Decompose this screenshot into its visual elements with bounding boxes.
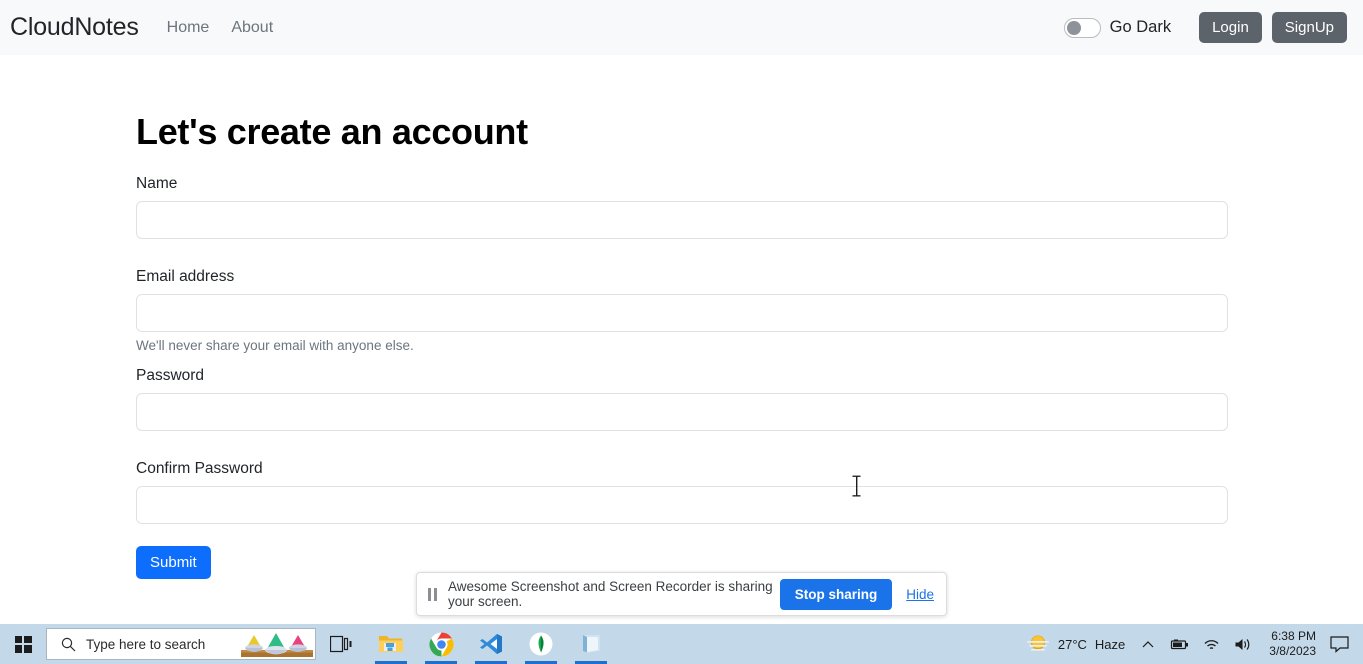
show-hidden-icons-button[interactable] bbox=[1135, 624, 1161, 664]
toggle-knob-icon bbox=[1066, 20, 1081, 35]
signup-form: Name Email address We'll never share you… bbox=[136, 175, 1228, 579]
taskbar-app-mongodb-compass[interactable] bbox=[516, 624, 566, 664]
field-email: Email address We'll never share your ema… bbox=[136, 268, 1228, 353]
email-label: Email address bbox=[136, 268, 235, 285]
stop-sharing-button[interactable]: Stop sharing bbox=[779, 578, 893, 610]
start-button[interactable] bbox=[0, 624, 46, 664]
search-icon bbox=[61, 637, 76, 651]
email-input[interactable] bbox=[136, 294, 1228, 332]
pause-icon bbox=[428, 587, 437, 601]
field-confirm-password: Confirm Password bbox=[136, 460, 1228, 524]
clock-date: 3/8/2023 bbox=[1269, 644, 1316, 658]
wifi-status-button[interactable] bbox=[1196, 624, 1227, 664]
weather-condition: Haze bbox=[1094, 636, 1126, 652]
email-help-text: We'll never share your email with anyone… bbox=[136, 338, 414, 353]
name-label: Name bbox=[136, 175, 178, 192]
taskbar-app-task-view[interactable] bbox=[316, 624, 366, 664]
hide-link[interactable]: Hide bbox=[906, 587, 934, 602]
theme-toggle-label: Go Dark bbox=[1109, 18, 1172, 36]
battery-icon bbox=[1171, 639, 1189, 649]
vscode-icon bbox=[480, 634, 502, 654]
chevron-up-icon bbox=[1142, 640, 1154, 647]
signup-button[interactable]: SignUp bbox=[1271, 12, 1347, 43]
chrome-icon bbox=[428, 632, 454, 656]
taskbar-app-file-explorer[interactable] bbox=[366, 624, 416, 664]
speech-bubble-icon bbox=[1330, 635, 1349, 653]
taskbar-search-box[interactable]: Type here to search bbox=[46, 628, 316, 660]
brand-logo[interactable]: CloudNotes bbox=[10, 13, 139, 42]
name-input[interactable] bbox=[136, 201, 1228, 239]
password-input[interactable] bbox=[136, 393, 1228, 431]
navbar-right-group: Go Dark Login SignUp bbox=[1063, 12, 1347, 43]
mongodb-compass-icon bbox=[529, 632, 553, 656]
battery-status-button[interactable] bbox=[1161, 624, 1196, 664]
weather-temperature: 27°C bbox=[1057, 636, 1087, 652]
nav-links: Home About bbox=[167, 19, 274, 37]
screen-sharing-notification-bar: Awesome Screenshot and Screen Recorder i… bbox=[416, 572, 947, 616]
volume-button[interactable] bbox=[1227, 624, 1259, 664]
haze-sun-icon bbox=[1026, 635, 1049, 651]
task-view-icon bbox=[330, 635, 352, 653]
search-placeholder: Type here to search bbox=[86, 636, 206, 652]
taskbar-app-visual-studio-code[interactable] bbox=[466, 624, 516, 664]
notification-center-button[interactable] bbox=[1326, 635, 1359, 653]
confirm-password-label: Confirm Password bbox=[136, 460, 263, 477]
windows-logo-icon bbox=[14, 635, 32, 653]
windows-taskbar: Type here to search 27°C Haze 6:38 PM 3/… bbox=[0, 624, 1363, 664]
notepad-icon bbox=[583, 635, 600, 653]
taskbar-app-google-chrome[interactable] bbox=[416, 624, 466, 664]
theme-toggle-group: Go Dark bbox=[1063, 17, 1172, 38]
nav-link-home[interactable]: Home bbox=[167, 19, 210, 37]
login-button[interactable]: Login bbox=[1199, 12, 1262, 43]
field-name: Name bbox=[136, 175, 1228, 239]
taskbar-app-notepad[interactable] bbox=[566, 624, 616, 664]
top-navbar: CloudNotes Home About Go Dark Login Sign… bbox=[0, 0, 1363, 55]
system-tray: 27°C Haze 6:38 PM 3/8/2023 bbox=[1018, 624, 1363, 664]
confirm-password-input[interactable] bbox=[136, 486, 1228, 524]
wifi-icon bbox=[1204, 639, 1219, 649]
speaker-icon bbox=[1235, 638, 1250, 650]
share-message: Awesome Screenshot and Screen Recorder i… bbox=[448, 579, 773, 609]
nav-link-about[interactable]: About bbox=[231, 19, 273, 37]
clock-time: 6:38 PM bbox=[1271, 629, 1316, 643]
holi-colors-illustration-icon bbox=[241, 633, 313, 657]
taskbar-clock[interactable]: 6:38 PM 3/8/2023 bbox=[1259, 629, 1326, 659]
page-title: Let's create an account bbox=[136, 111, 528, 152]
submit-button[interactable]: Submit bbox=[136, 546, 211, 579]
dark-mode-toggle-switch[interactable] bbox=[1063, 17, 1101, 38]
file-explorer-icon bbox=[379, 636, 403, 652]
page-content: Let's create an account Name Email addre… bbox=[0, 55, 1363, 579]
field-password: Password bbox=[136, 367, 1228, 431]
weather-widget[interactable]: 27°C Haze bbox=[1018, 633, 1135, 655]
form-container: Let's create an account Name Email addre… bbox=[0, 111, 1363, 579]
password-label: Password bbox=[136, 367, 205, 384]
